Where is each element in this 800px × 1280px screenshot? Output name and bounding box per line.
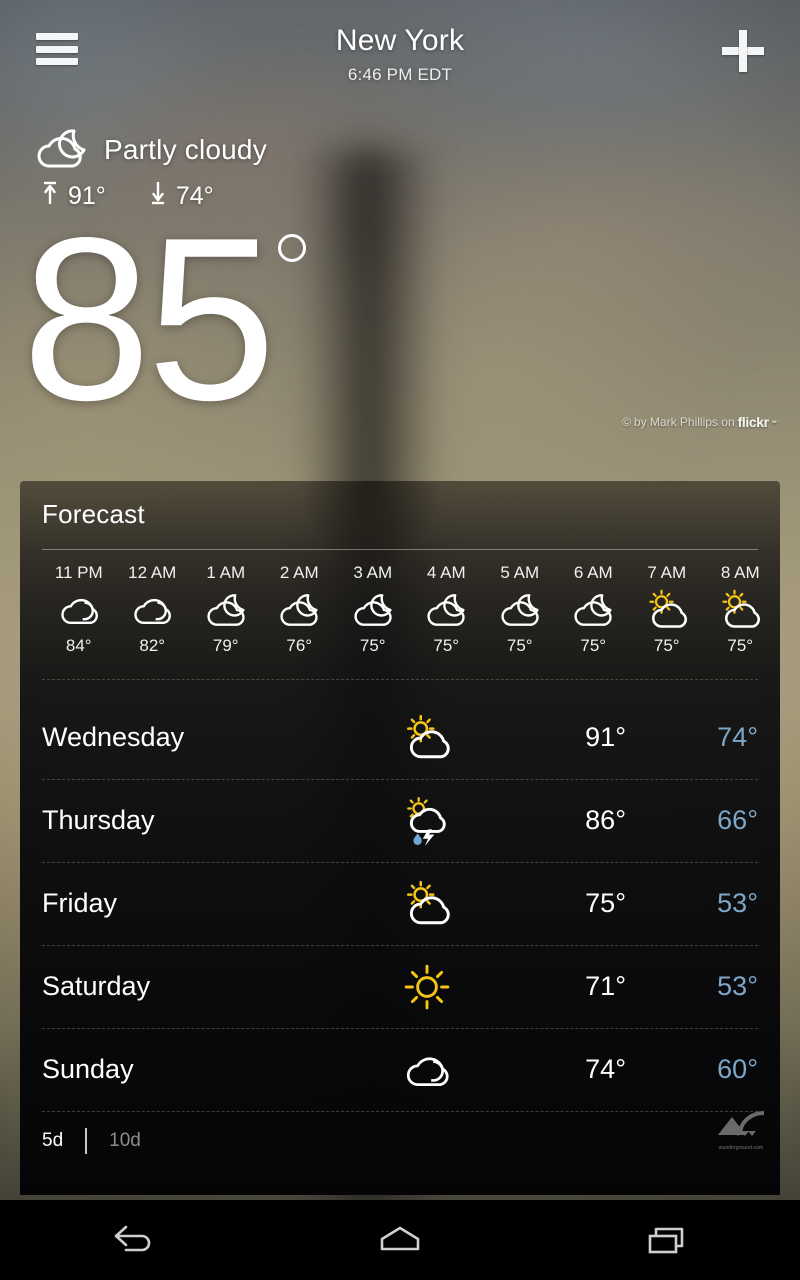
thunderstorm-icon xyxy=(372,796,482,846)
day-partly-cloudy-icon xyxy=(718,586,762,634)
hourly-item[interactable]: 8 AM 75° xyxy=(704,563,778,675)
hourly-item[interactable]: 1 AM 79° xyxy=(189,563,263,675)
hourly-item[interactable]: 12 AM 82° xyxy=(116,563,190,675)
hourly-time: 4 AM xyxy=(426,563,466,582)
plus-icon[interactable] xyxy=(722,30,764,72)
current-condition: Partly cloudy xyxy=(34,124,267,175)
day-partly-cloudy-icon xyxy=(645,586,689,634)
day-name: Sunday xyxy=(42,1054,134,1084)
current-temperature-value: 85 xyxy=(22,190,276,449)
degree-symbol xyxy=(278,234,307,262)
day-low: 53° xyxy=(717,971,758,1001)
day-partly-cloudy-icon xyxy=(372,879,482,929)
hourly-temp: 82° xyxy=(139,636,166,655)
hourly-temp: 75° xyxy=(433,636,460,655)
hourly-item[interactable]: 3 AM 75° xyxy=(336,563,410,675)
hourly-temp: 75° xyxy=(359,636,386,655)
day-name: Saturday xyxy=(42,971,151,1001)
day-high: 75° xyxy=(585,888,626,918)
forecast-range-toggle: 5d 10d xyxy=(42,1111,758,1171)
cloudy-icon xyxy=(372,1045,482,1095)
current-temperature: 85 xyxy=(22,190,307,449)
hourly-item[interactable]: 4 AM 75° xyxy=(410,563,484,675)
hourly-item[interactable]: 2 AM 76° xyxy=(263,563,337,675)
table-row[interactable]: Wednesday 91° 74° xyxy=(42,696,758,779)
hourly-item[interactable]: 7 AM 75° xyxy=(630,563,704,675)
hourly-temp: 76° xyxy=(286,636,313,655)
hourly-time: 12 AM xyxy=(128,563,177,582)
copyright-symbol: © xyxy=(622,415,631,429)
night-partly-cloudy-icon xyxy=(277,586,321,634)
hourly-temp: 79° xyxy=(212,636,239,655)
top-bar: New York 6:46 PM EDT xyxy=(0,0,800,100)
day-name: Thursday xyxy=(42,805,155,835)
day-low: 66° xyxy=(717,805,758,835)
day-high: 91° xyxy=(585,722,626,752)
home-icon[interactable] xyxy=(340,1210,460,1270)
hourly-temp: 75° xyxy=(653,636,680,655)
range-5d-button[interactable]: 5d xyxy=(42,1130,63,1152)
hourly-temp: 75° xyxy=(506,636,533,655)
day-high: 71° xyxy=(585,971,626,1001)
day-low: 53° xyxy=(717,888,758,918)
table-row[interactable]: Thursday 86° 66° xyxy=(42,779,758,862)
title-divider xyxy=(42,549,758,550)
hourly-time: 7 AM xyxy=(647,563,687,582)
local-time: 6:46 PM EDT xyxy=(347,65,453,84)
flickr-dots: •• xyxy=(771,417,777,427)
wunderground-logo-icon[interactable]: wunderground.com xyxy=(710,1105,772,1151)
hourly-time: 3 AM xyxy=(353,563,393,582)
hourly-time: 5 AM xyxy=(500,563,540,582)
table-row[interactable]: Friday 75° 53° xyxy=(42,862,758,945)
cloudy-icon xyxy=(130,586,174,634)
hourly-temp: 75° xyxy=(580,636,607,655)
sunny-icon xyxy=(372,962,482,1012)
day-low: 74° xyxy=(717,722,758,752)
night-partly-cloudy-icon xyxy=(571,586,615,634)
night-partly-cloudy-icon xyxy=(204,586,248,634)
condition-text: Partly cloudy xyxy=(104,133,267,165)
back-icon[interactable] xyxy=(73,1210,193,1270)
hourly-temp: 75° xyxy=(727,636,754,655)
table-row[interactable]: Sunday 74° 60° xyxy=(42,1028,758,1111)
hourly-item[interactable]: 6 AM 75° xyxy=(557,563,631,675)
attribution-text: by Mark Phillips on xyxy=(633,415,735,429)
day-partly-cloudy-icon xyxy=(372,713,482,763)
night-partly-cloudy-icon xyxy=(34,124,90,175)
recents-icon[interactable] xyxy=(607,1210,727,1270)
hourly-time: 8 AM xyxy=(720,563,760,582)
range-divider xyxy=(85,1128,88,1154)
hourly-time: 2 AM xyxy=(279,563,319,582)
hourly-forecast-strip[interactable]: 11 PM 84° 12 AM 82° 1 AM 79° 2 AM 76° 3 AM 75° 4 A… xyxy=(42,563,780,675)
range-10d-button[interactable]: 10d xyxy=(109,1130,141,1152)
wunderground-label: wunderground.com xyxy=(718,1145,764,1151)
hourly-temp: 84° xyxy=(65,636,92,655)
hourly-time: 6 AM xyxy=(573,563,613,582)
table-row[interactable]: Saturday 71° 53° xyxy=(42,945,758,1028)
forecast-title: Forecast xyxy=(42,499,145,529)
hourly-time: 11 PM xyxy=(54,563,103,582)
flickr-label: flickr xyxy=(737,414,769,430)
day-low: 60° xyxy=(717,1054,758,1084)
weather-app-screen: New York 6:46 PM EDT Partly cloudy 91° 7… xyxy=(0,0,800,1280)
divider xyxy=(42,679,758,680)
hourly-item[interactable]: 5 AM 75° xyxy=(483,563,557,675)
night-partly-cloudy-icon xyxy=(351,586,395,634)
night-partly-cloudy-icon xyxy=(498,586,542,634)
hourly-item[interactable]: 11 PM 84° xyxy=(42,563,116,675)
day-high: 86° xyxy=(585,805,626,835)
forecast-card: Forecast 11 PM 84° 12 AM 82° 1 AM 79° 2 AM 76° 3… xyxy=(20,481,780,1195)
photo-attribution: © by Mark Phillips on flickr •• xyxy=(622,414,777,430)
day-name: Friday xyxy=(42,888,118,918)
android-navigation-bar xyxy=(0,1200,800,1280)
night-partly-cloudy-icon xyxy=(424,586,468,634)
day-high: 74° xyxy=(585,1054,626,1084)
hourly-time: 1 AM xyxy=(206,563,246,582)
page-title: New York xyxy=(335,24,465,57)
day-name: Wednesday xyxy=(42,722,185,752)
cloudy-icon xyxy=(57,586,101,634)
